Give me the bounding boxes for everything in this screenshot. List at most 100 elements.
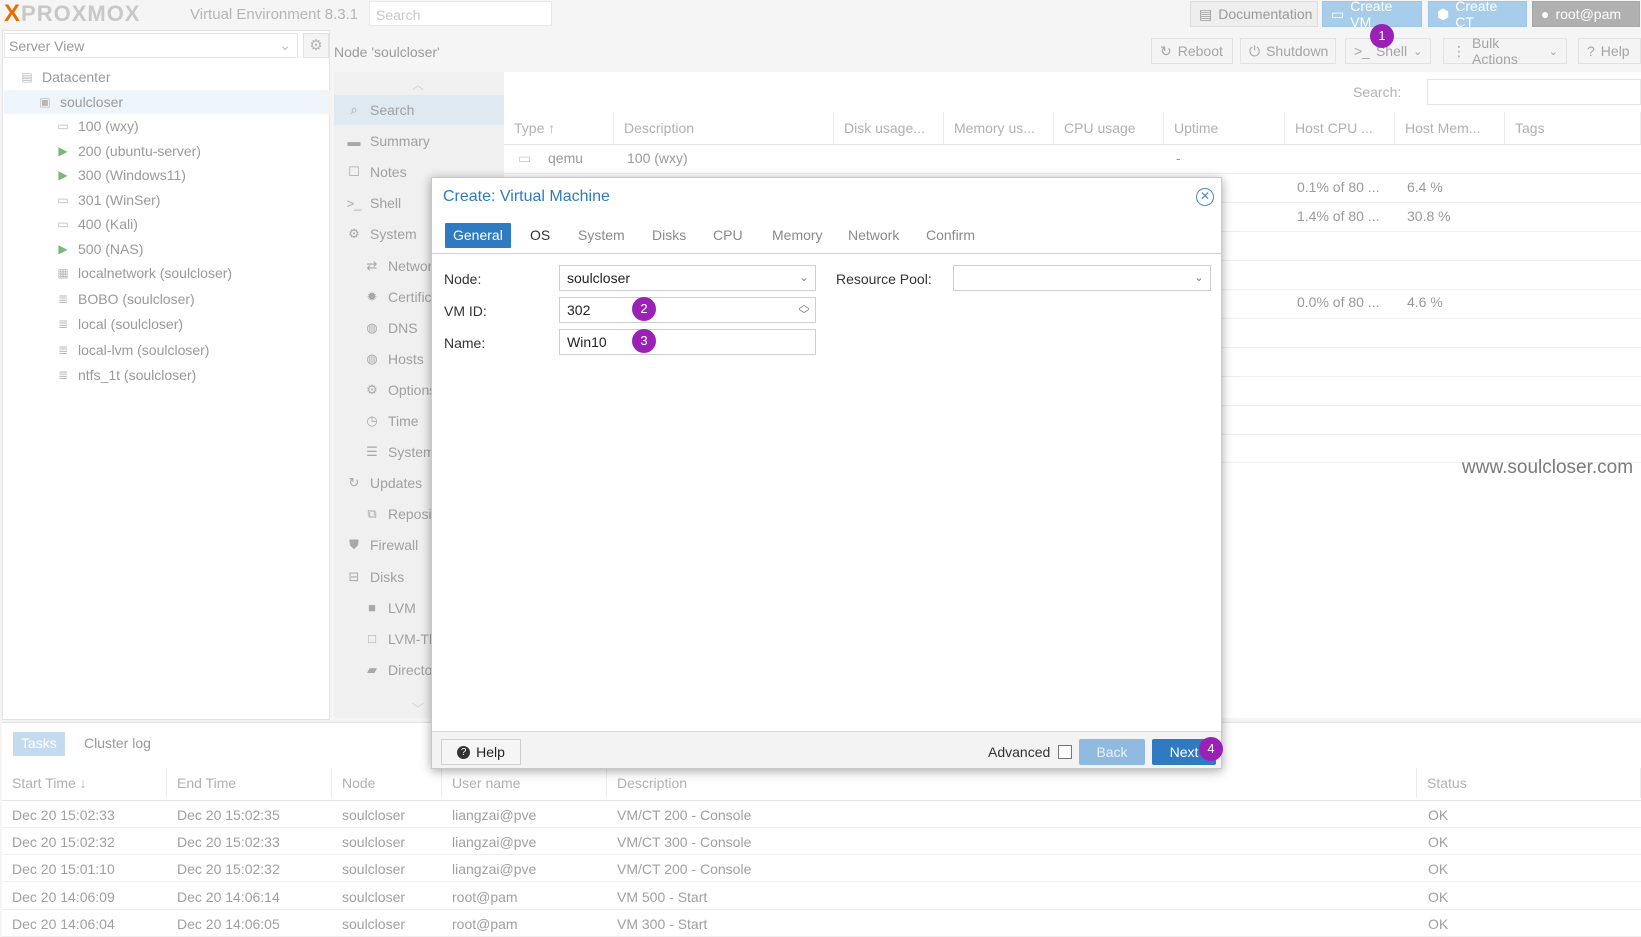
tab-os[interactable]: OS (522, 223, 558, 248)
user-menu-button[interactable]: ● root@pam (1532, 1, 1640, 27)
vm-running-icon: ▶ (58, 241, 68, 256)
table-cell: Dec 20 15:01:10 (12, 861, 115, 878)
grid-column-header[interactable]: Host CPU ... (1285, 112, 1395, 144)
tab-system[interactable]: System (570, 223, 633, 248)
shutdown-button[interactable]: ⏻ Shutdown (1240, 38, 1336, 64)
help-button[interactable]: ? Help (1578, 38, 1641, 64)
tab-confirm[interactable]: Confirm (918, 223, 983, 248)
tab-memory[interactable]: Memory (764, 223, 831, 248)
grid-column-header[interactable]: Tags (1505, 112, 1641, 144)
tasks-column-header[interactable]: Start Time ↓ (2, 768, 167, 798)
table-cell: OK (1428, 888, 1449, 905)
tree-item[interactable]: ≣ local (soulcloser) (4, 312, 330, 336)
grid-column-header[interactable]: Host Mem... (1395, 112, 1505, 144)
tree-item[interactable]: ▦ localnetwork (soulcloser) (4, 261, 330, 285)
nav-item-label: Search (370, 102, 415, 118)
nav-item-summary[interactable]: ▬ Summary (334, 126, 504, 156)
tab-cpu[interactable]: CPU (705, 223, 751, 248)
tree-item[interactable]: ≣ local-lvm (soulcloser) (4, 338, 330, 362)
tree-item[interactable]: ▭ 301 (WinSer) (4, 188, 330, 212)
repositories-icon: ⧉ (367, 506, 377, 522)
resource-pool-select[interactable]: ⌄ (953, 265, 1211, 291)
firewall-icon: ⛊ (349, 537, 359, 553)
table-cell: OK (1428, 861, 1449, 878)
scroll-up-icon[interactable]: ︿ (412, 76, 424, 93)
bulk-actions-button[interactable]: ⋮ Bulk Actions ⌄ (1443, 35, 1567, 67)
tab-general[interactable]: General (445, 223, 511, 248)
question-circle-icon: ? (457, 745, 471, 759)
tree-item[interactable]: ▶ 500 (NAS) (4, 237, 330, 261)
documentation-button[interactable]: ▤ Documentation (1190, 1, 1318, 27)
grid-column-header[interactable]: Type ↑ (504, 112, 614, 144)
tasks-column-header[interactable]: Status (1417, 768, 1641, 798)
tasks-column-header[interactable]: Node (332, 768, 442, 798)
nav-item-label: Firewall (370, 537, 419, 554)
reboot-button[interactable]: ↻ Reboot (1151, 38, 1233, 64)
grid-column-header[interactable]: Uptime (1164, 112, 1285, 144)
table-cell: soulcloser (342, 807, 406, 823)
table-cell: liangzai@pve (452, 861, 537, 878)
tree-item[interactable]: ≣ BOBO (soulcloser) (4, 287, 330, 311)
table-cell: Dec 20 14:06:14 (177, 888, 280, 905)
table-cell: Dec 20 14:06:04 (12, 915, 115, 932)
grid-search-input[interactable] (1427, 79, 1641, 105)
vm-stopped-icon: ▭ (57, 217, 69, 231)
vmid-input[interactable]: 302 ︿ ﹀ (559, 297, 816, 323)
grid-column-header[interactable]: Description (614, 112, 834, 144)
watermark: www.soulcloser.com (1462, 457, 1634, 478)
grid-column-header[interactable]: CPU usage (1054, 112, 1164, 144)
tree-item[interactable]: ≣ ntfs_1t (soulcloser) (4, 363, 330, 387)
terminal-icon: >_ (1354, 43, 1370, 59)
monitor-icon: ▭ (1331, 5, 1345, 22)
grid-cell-host-mem: 6.4 % (1407, 179, 1443, 195)
tree-item[interactable]: ▤ Datacenter (4, 65, 330, 89)
server-view-select[interactable]: Server View ⌄ (4, 33, 298, 58)
tasks-column-header[interactable]: User name (442, 768, 607, 798)
syslog-icon: ☰ (366, 444, 378, 460)
dialog-help-button[interactable]: ? Help (441, 739, 521, 765)
tasks-column-header[interactable]: End Time (167, 768, 332, 798)
global-search-input[interactable]: Search (369, 1, 552, 26)
tree-item-label: ntfs_1t (soulcloser) (78, 367, 197, 383)
grid-column-header[interactable]: Memory us... (944, 112, 1054, 144)
nav-item-label: Disks (370, 568, 405, 585)
system-icon: ⚙ (348, 226, 360, 242)
create-ct-button[interactable]: ⬢ Create CT (1428, 0, 1527, 30)
tasks-column-header[interactable]: Description (607, 768, 1417, 798)
hosts-icon: ◍ (366, 350, 378, 366)
tree-item[interactable]: ▭ 100 (wxy) (4, 114, 330, 138)
name-input[interactable]: Win10 (559, 329, 816, 355)
back-button[interactable]: Back (1079, 739, 1145, 765)
gear-icon[interactable]: ⚙ (303, 33, 329, 58)
tab-disks[interactable]: Disks (644, 223, 694, 248)
tab-cluster-log[interactable]: Cluster log (76, 732, 159, 756)
question-icon: ? (1587, 43, 1595, 59)
grid-column-header[interactable]: Disk usage... (834, 112, 944, 144)
node-select[interactable]: soulcloser ⌄ (559, 265, 816, 291)
nav-item-label: Shell (370, 195, 402, 212)
nav-item-search[interactable]: ⌕ Search (334, 95, 504, 125)
close-icon[interactable]: ✕ (1196, 188, 1214, 206)
grid-header-divider (504, 144, 1641, 145)
tree-item-label: 100 (wxy) (78, 118, 139, 134)
tab-tasks[interactable]: Tasks (13, 732, 65, 756)
node-icon: ▣ (39, 94, 51, 109)
tree-item-label: 400 (Kali) (78, 216, 138, 232)
tree-item-label: 300 (Windows11) (78, 167, 186, 183)
chevron-down-icon: ⌄ (1413, 45, 1423, 58)
tree-item[interactable]: ▶ 200 (ubuntu-server) (4, 139, 330, 163)
tab-network[interactable]: Network (840, 223, 907, 248)
datacenter-icon: ▤ (21, 70, 33, 84)
scroll-down-icon[interactable]: ﹀ (412, 700, 424, 717)
vm-icon: ▭ (518, 150, 532, 166)
table-cell: OK (1428, 834, 1449, 851)
create-vm-button[interactable]: ▭ Create VM (1322, 0, 1422, 30)
book-icon: ▤ (1199, 5, 1213, 22)
tree-item[interactable]: ▭ 400 (Kali) (4, 212, 330, 236)
tree-item[interactable]: ▣ soulcloser (4, 89, 330, 114)
table-cell: soulcloser (342, 888, 406, 905)
tree-item[interactable]: ▶ 300 (Windows11) (4, 163, 330, 187)
spinner-icon[interactable]: ︿ ﹀ (793, 298, 815, 322)
search-icon: ⌕ (350, 102, 358, 117)
advanced-checkbox[interactable] (1058, 745, 1072, 759)
